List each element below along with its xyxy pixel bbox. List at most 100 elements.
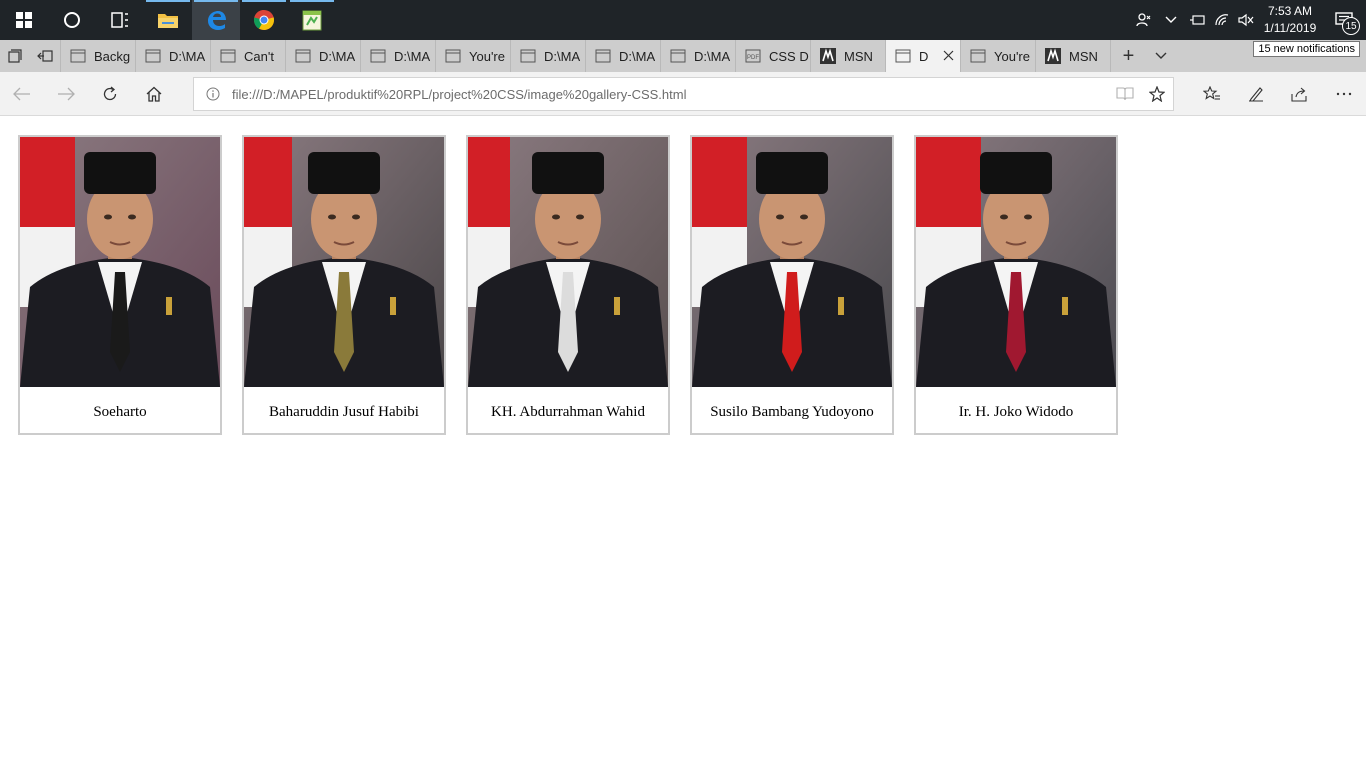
file-explorer-taskbar-button[interactable] (144, 0, 192, 40)
tab-label: Can't (244, 48, 274, 64)
tab-label: CSS D (769, 48, 809, 64)
people-icon[interactable] (1132, 0, 1156, 40)
back-button[interactable] (0, 72, 44, 116)
browser-tab[interactable]: D:\MA (660, 40, 735, 72)
volume-muted-icon[interactable] (1234, 0, 1258, 40)
portrait-photo[interactable] (916, 137, 1116, 387)
browser-tab[interactable]: D:\MA (135, 40, 210, 72)
chevron-up-icon[interactable] (1156, 0, 1186, 40)
browser-tab[interactable]: PDF CSS D (735, 40, 810, 72)
browser-tab[interactable]: D (885, 40, 960, 72)
edge-taskbar-button[interactable] (192, 0, 240, 40)
portrait-photo[interactable] (20, 137, 220, 387)
page-icon (595, 49, 611, 63)
windows-logo-icon (16, 12, 32, 28)
portrait-caption: Ir. H. Joko Widodo (958, 404, 1074, 420)
tab-previews-button[interactable] (1146, 40, 1176, 72)
notification-count-badge: 15 (1342, 17, 1360, 35)
portrait-caption: Susilo Bambang Yudoyono (710, 404, 874, 420)
notification-tooltip: 15 new notifications (1253, 41, 1360, 57)
share-button[interactable] (1278, 72, 1322, 116)
start-button[interactable] (0, 0, 48, 40)
tab-label: D (919, 48, 929, 64)
new-tab-button[interactable]: + (1110, 40, 1146, 72)
battery-plug-icon[interactable] (1186, 0, 1210, 40)
browser-tab[interactable]: Can't (210, 40, 285, 72)
reading-view-icon[interactable] (1109, 78, 1141, 110)
tab-label: MSN (844, 48, 873, 64)
back-arrow-icon (13, 87, 30, 101)
notepad-plus-taskbar-button[interactable] (288, 0, 336, 40)
wifi-icon[interactable] (1210, 0, 1234, 40)
site-info-icon[interactable] (194, 87, 232, 101)
refresh-button[interactable] (88, 72, 132, 116)
page-icon (370, 49, 386, 63)
set-tabs-aside-button[interactable] (30, 40, 60, 72)
set-aside-icon (37, 50, 53, 62)
page-icon (670, 49, 686, 63)
address-bar[interactable]: file:///D:/MAPEL/produktif%20RPL/project… (193, 77, 1174, 111)
portrait-photo[interactable] (244, 137, 444, 387)
action-center-button[interactable]: 15 (1322, 0, 1366, 40)
page-icon (295, 49, 311, 63)
browser-tab[interactable]: D:\MA (585, 40, 660, 72)
tab-label: You're (994, 48, 1030, 64)
browser-navigation-bar: file:///D:/MAPEL/produktif%20RPL/project… (0, 72, 1366, 116)
cortana-circle-icon (64, 12, 80, 28)
refresh-icon (103, 86, 117, 101)
browser-tab[interactable]: D:\MA (360, 40, 435, 72)
favorites-list-icon (1203, 86, 1220, 100)
gallery-card[interactable]: Soeharto (18, 135, 222, 435)
browser-tab[interactable]: D:\MA (285, 40, 360, 72)
browser-tab[interactable]: You're (960, 40, 1035, 72)
gallery-card[interactable]: Ir. H. Joko Widodo (914, 135, 1118, 435)
tab-label: D:\MA (394, 48, 431, 64)
browser-tab[interactable]: MSN (810, 40, 885, 72)
portrait-caption: Baharuddin Jusuf Habibi (269, 404, 419, 420)
portrait-photo[interactable] (692, 137, 892, 387)
windows-taskbar: 7:53 AM 1/11/2019 15 (0, 0, 1366, 40)
page-icon (70, 49, 86, 63)
portrait-caption: Soeharto (93, 404, 147, 420)
cortana-button[interactable] (48, 0, 96, 40)
browser-tab[interactable]: D:\MA (510, 40, 585, 72)
share-icon (1291, 87, 1307, 102)
home-button[interactable] (132, 72, 176, 116)
clock-date: 1/11/2019 (1263, 21, 1317, 35)
browser-tab[interactable]: Backg (60, 40, 135, 72)
gallery-card[interactable]: Baharuddin Jusuf Habibi (242, 135, 446, 435)
page-icon (970, 49, 986, 63)
add-notes-button[interactable] (1234, 72, 1278, 116)
browser-tab-strip: Backg D:\MA Can't D:\MA D:\MA You're D:\MA D:\M… (0, 40, 1366, 72)
chevron-down-icon (1155, 52, 1167, 59)
notepad-plus-icon (302, 10, 322, 31)
address-url-text[interactable]: file:///D:/MAPEL/produktif%20RPL/project… (232, 87, 1109, 102)
tab-label: D:\MA (619, 48, 656, 64)
system-tray: 7:53 AM 1/11/2019 15 (1132, 0, 1366, 40)
folder-icon (158, 14, 178, 28)
task-view-button[interactable] (96, 0, 144, 40)
chrome-logo-icon (253, 9, 275, 31)
browser-tab[interactable]: MSN (1035, 40, 1110, 72)
favorites-hub-button[interactable] (1190, 72, 1234, 116)
tabs-aside-button[interactable] (0, 40, 30, 72)
page-icon (445, 49, 461, 63)
close-tab-icon[interactable] (943, 48, 954, 64)
msn-icon (1045, 48, 1061, 64)
chrome-taskbar-button[interactable] (240, 0, 288, 40)
gallery-card[interactable]: Susilo Bambang Yudoyono (690, 135, 894, 435)
taskbar-clock[interactable]: 7:53 AM 1/11/2019 (1258, 3, 1322, 37)
portrait-photo[interactable] (468, 137, 668, 387)
tab-label: Backg (94, 48, 131, 64)
browser-tab[interactable]: You're (435, 40, 510, 72)
plus-icon: + (1122, 44, 1135, 67)
more-options-button[interactable] (1322, 72, 1366, 116)
tab-label: You're (469, 48, 505, 64)
tab-label: D:\MA (544, 48, 581, 64)
edge-logo-icon (208, 11, 226, 30)
gallery-card[interactable]: KH. Abdurrahman Wahid (466, 135, 670, 435)
add-favorite-star-icon[interactable] (1141, 78, 1173, 110)
clock-time: 7:53 AM (1267, 4, 1313, 18)
forward-button[interactable] (44, 72, 88, 116)
page-icon (145, 49, 161, 63)
